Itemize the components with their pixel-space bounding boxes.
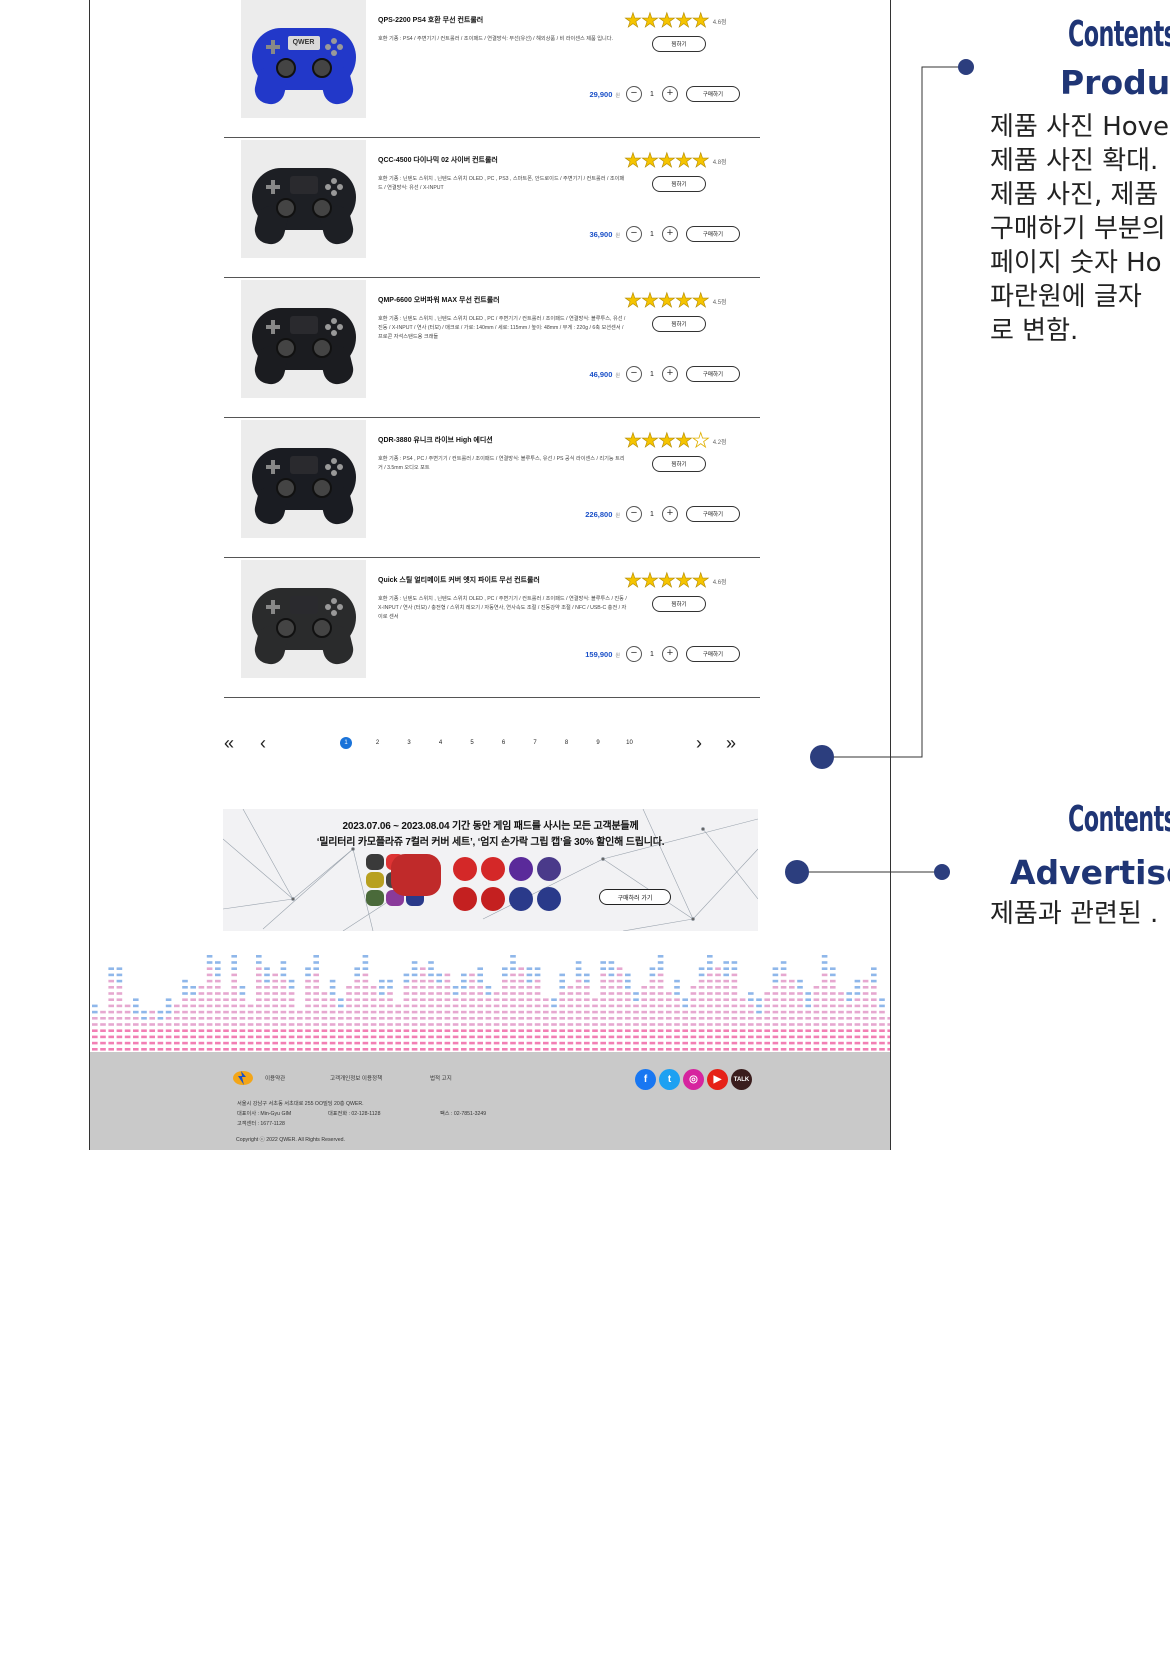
annotation-line: 구매하기 부분의 [990,214,1166,244]
product-annotation-marker [958,59,974,75]
annotation-line: 제품 사진 확대. [990,146,1159,176]
ad-marker [785,860,809,884]
product-annotation-subtitle: Produc [1060,63,1170,102]
annotation-line: 제품과 관련된 . [990,899,1159,929]
ad-annotation-body: 제품과 관련된 . [990,897,1158,931]
pagination-marker [810,745,834,769]
annotation-line: 파란원에 글자 [990,282,1142,312]
ad-annotation-subtitle: Advertise [1010,853,1170,892]
ad-annotation-marker [934,864,950,880]
product-annotation-body: 제품 사진 Hove 제품 사진 확대. 제품 사진, 제품구매하기 부분의페이지 … [990,110,1169,348]
product-annotation-title: Contents [1068,14,1170,55]
annotation-line: 로 변함. [990,316,1079,346]
annotation-line: 페이지 숫자 Ho [990,248,1162,278]
annotation-line: 제품 사진 Hove [990,112,1170,142]
annotation-line: 제품 사진, 제품 [990,180,1159,210]
ad-annotation-title: Contents [1068,799,1170,840]
